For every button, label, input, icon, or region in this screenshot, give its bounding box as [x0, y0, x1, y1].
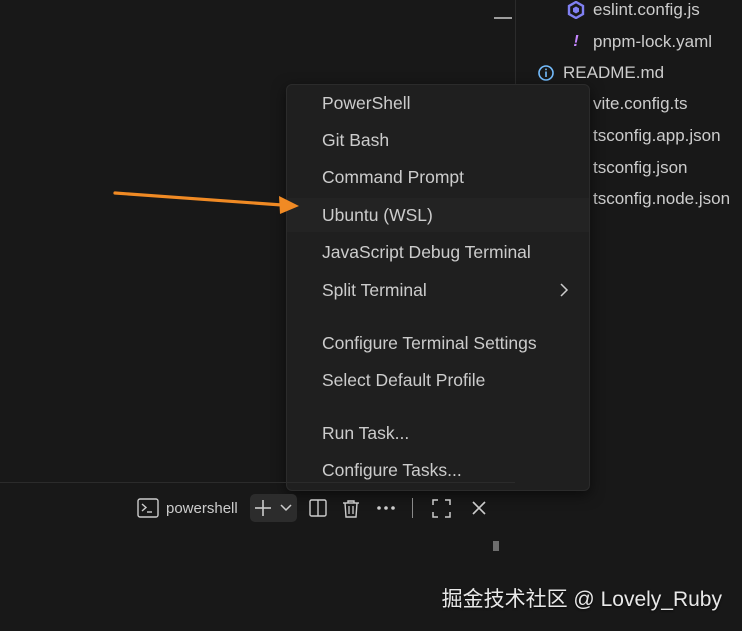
menu-item-javascript-debug-terminal[interactable]: JavaScript Debug Terminal: [287, 235, 589, 269]
file-item-tsconfig[interactable]: tsconfig.json: [593, 156, 688, 180]
menu-item-select-default-profile[interactable]: Select Default Profile: [287, 363, 589, 397]
menu-item-git-bash[interactable]: Git Bash: [287, 123, 589, 157]
file-item-vite-config[interactable]: vite.config.ts: [593, 92, 688, 116]
terminal-name-label[interactable]: powershell: [166, 490, 246, 526]
more-icon[interactable]: [375, 490, 397, 526]
watermark-text: 掘金技术社区 @ Lovely_Ruby: [441, 588, 722, 611]
menu-item-label: Split Terminal: [322, 280, 427, 300]
add-icon[interactable]: [252, 490, 274, 526]
close-icon[interactable]: [468, 490, 490, 526]
file-name: README.md: [563, 63, 665, 82]
menu-item-ubuntu-wsl[interactable]: Ubuntu (WSL): [287, 198, 589, 232]
file-item-pnpm-lock[interactable]: ! pnpm-lock.yaml: [573, 30, 713, 54]
eslint-icon: [567, 1, 585, 19]
file-item-eslint-config[interactable]: eslint.config.js: [567, 0, 700, 22]
menu-item-command-prompt[interactable]: Command Prompt: [287, 160, 589, 194]
file-item-tsconfig-app[interactable]: tsconfig.app.json: [593, 124, 721, 148]
menu-item-run-task[interactable]: Run Task...: [287, 416, 589, 450]
panel-divider: [0, 482, 515, 483]
file-item-readme[interactable]: README.md: [538, 61, 665, 85]
file-name: tsconfig.node.json: [593, 189, 731, 208]
menu-item-configure-terminal-settings[interactable]: Configure Terminal Settings: [287, 326, 589, 360]
chevron-down-icon[interactable]: [277, 490, 295, 526]
file-name: eslint.config.js: [593, 0, 700, 19]
panel-minimize-dash: [494, 17, 512, 19]
new-terminal-dropdown-menu: PowerShell Git Bash Command Prompt Ubunt…: [286, 84, 590, 491]
file-item-tsconfig-node[interactable]: tsconfig.node.json: [593, 187, 730, 211]
exclamation-icon: !: [573, 33, 579, 50]
file-name: tsconfig.app.json: [593, 126, 721, 145]
terminal-icon: [136, 490, 160, 526]
vscode-window: eslint.config.js ! pnpm-lock.yaml README…: [0, 0, 742, 631]
trash-icon[interactable]: [340, 490, 362, 526]
scrollbar-thumb[interactable]: [493, 541, 499, 551]
file-name: vite.config.ts: [593, 94, 688, 113]
info-icon: [537, 64, 555, 82]
toolbar-separator: [412, 498, 413, 518]
split-icon[interactable]: [307, 490, 329, 526]
menu-item-powershell[interactable]: PowerShell: [287, 86, 589, 120]
file-name: tsconfig.json: [593, 158, 688, 177]
terminal-toolbar: powershell: [0, 490, 515, 526]
chevron-right-icon: [557, 273, 571, 307]
file-name: pnpm-lock.yaml: [593, 32, 713, 51]
menu-item-split-terminal[interactable]: Split Terminal: [287, 273, 589, 307]
maximize-icon[interactable]: [430, 490, 452, 526]
